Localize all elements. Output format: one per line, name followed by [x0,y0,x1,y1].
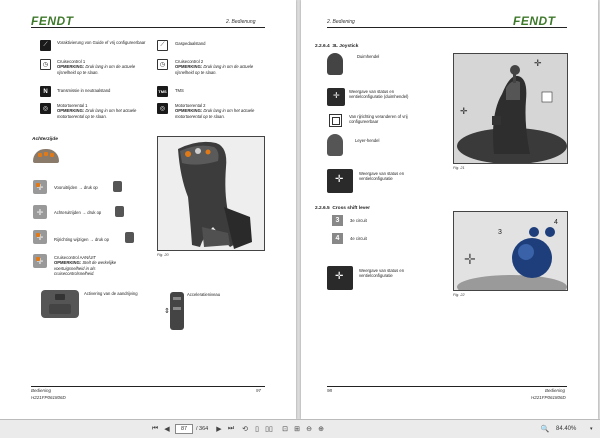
tms-icon: TMS [157,86,168,97]
item-text: Weergave van status en ventielconfigurat… [359,268,405,279]
cruise-toggle-key-icon: ✛ [33,254,47,268]
first-page-button[interactable]: ⏮ [150,424,160,434]
direction-key-icon: ✛ [33,230,47,244]
item-text: Weergave van status en ventielconfigurat… [359,171,405,182]
fendt-logo: FENDT [513,14,556,28]
two-page-icon[interactable]: ▯▯ [264,424,274,434]
fit-width-icon[interactable]: ⊡ [280,424,290,434]
section-header: 2. Bedienung [226,19,256,25]
svg-text:3: 3 [498,229,502,236]
footer-code: H221FP061806D [531,395,566,400]
item-text: Van rijrichting veranderen of vrij confi… [349,114,408,125]
footer-title: Bediening [545,388,566,393]
updown-arrow-icon: ⇕ [164,308,170,315]
viewer-toolbar: ⏮ ◀ 87 / 364 ▶ ⏭ ⟲ ▯ ▯▯ ⊡ ⊞ ⊖ ⊕ 🔍 84.40%… [0,419,600,438]
engine-speed-1-icon: ◎ [40,103,51,114]
guide-icon: ⟋ [40,40,51,51]
figure-22: 3 4 ✛ [453,211,568,291]
item-text: Achteruitrijden → druk op [54,210,102,215]
reverse-key-icon: ✛ [33,205,47,219]
status-config-icon: ✛ [327,169,353,193]
zoom-out-icon[interactable]: ⊖ [304,424,314,434]
svg-text:✛: ✛ [460,106,468,116]
drive-activation-label: Activering van de aandrijving [84,291,138,296]
footer-title: Bediening [31,388,52,393]
last-page-button[interactable]: ⏭ [226,424,236,434]
single-page-icon[interactable]: ▯ [252,424,262,434]
direction-change-icon [329,114,342,127]
item-cruise-toggle: Cruisecontrol AAN/UIT OPMERKING: Stelt d… [54,255,117,276]
item-engine1: Motortoerental 1 OPMERKING: Druk lang in… [57,103,137,119]
page-number-input[interactable]: 87 [175,424,193,434]
right-page: 2. Bediening FENDT 2.2.6.4 3L Joystick D… [301,0,598,419]
forward-key-icon: ✛ [33,180,47,194]
item-text: Gaspedaalstand [175,41,206,46]
acceleration-slider-icon [170,292,184,330]
cruise-control-2-icon: ◷ [157,59,168,70]
figure-21-caption: Fig. 21 [453,166,465,170]
item-cruise2: Cruisecontrol 2 OPMERKING: Druk lang in … [175,59,254,75]
zoom-in-icon[interactable]: ⊕ [316,424,326,434]
item-engine2: Motortoerental 2 OPMERKING: Druk lang in… [175,103,255,119]
svg-text:✛: ✛ [464,251,476,267]
thumb-lever-icon [327,53,343,75]
item-text: TMS [175,88,184,93]
figure-20 [157,136,265,251]
item-text: 4e circuit [350,236,367,241]
circuit-4-icon: 4 [332,233,343,244]
item-text: Rijrichting wijzigen → druk op [54,237,109,242]
next-page-button[interactable]: ▶ [214,424,224,434]
item-text: Leyer-hendel [355,138,380,143]
rotate-icon[interactable]: ⟲ [240,424,250,434]
status-config-icon: ✛ [327,266,353,290]
item-text: 3e circuit [350,218,367,223]
item-text: Duimhendel [357,54,380,59]
heading-3l-joystick: 2.2.6.4 3L Joystick [315,44,359,49]
press-button-icon [125,232,134,243]
press-button-icon [113,181,122,192]
page-number: 98 [327,388,333,393]
figure-21: ✛ ✛ [453,53,568,164]
fit-page-icon[interactable]: ⊞ [292,424,302,434]
drive-activation-icon [41,290,79,318]
zoom-level[interactable]: 84.40% [556,426,576,432]
engine-speed-2-icon: ◎ [157,103,168,114]
footer-code: H221FP061806D [31,395,66,400]
accelerator-pedal-icon: ⟋ [157,40,168,51]
item-text: Voraktivierung von Guide ef vrij configu… [57,40,146,45]
chevron-down-icon[interactable]: ▾ [590,426,593,432]
item-text: Weergave van status en ventielconfigurat… [349,89,409,100]
rear-buttons-icon [33,149,59,163]
neutral-icon: N [40,86,51,97]
leyer-lever-icon [327,134,343,156]
svg-text:4: 4 [554,219,558,226]
item-text: Vooruitrijden → druk op [54,185,98,190]
acceleration-label: Acceleratieniveau [187,292,221,297]
status-display-icon: ✛ [327,88,345,106]
cruise-control-1-icon: ◷ [40,59,51,70]
press-button-icon [115,206,124,217]
item-text: Transmissie in neutraalstand [57,88,111,93]
fendt-logo: FENDT [31,14,74,28]
item-cruise1: Cruisecontrol 1 OPMERKING: Druk lang in … [57,59,136,75]
zoom-dropdown-icon[interactable]: 🔍 [540,424,550,434]
figure-20-caption: Fig. 20 [157,253,169,257]
heading-cross-shift-lever: 2.2.6.5 Cross shift lever [315,206,370,211]
page-number: 97 [256,388,262,393]
left-page: FENDT 2. Bedienung ⟋ Voraktivierung von … [0,0,296,419]
previous-page-button[interactable]: ◀ [162,424,172,434]
figure-22-caption: Fig. 22 [453,293,465,297]
achterzijde-heading: Achterzijde [32,137,58,142]
circuit-3-icon: 3 [332,215,343,226]
total-pages: / 364 [196,426,209,432]
section-header: 2. Bediening [327,19,355,25]
svg-text:✛: ✛ [534,58,542,68]
